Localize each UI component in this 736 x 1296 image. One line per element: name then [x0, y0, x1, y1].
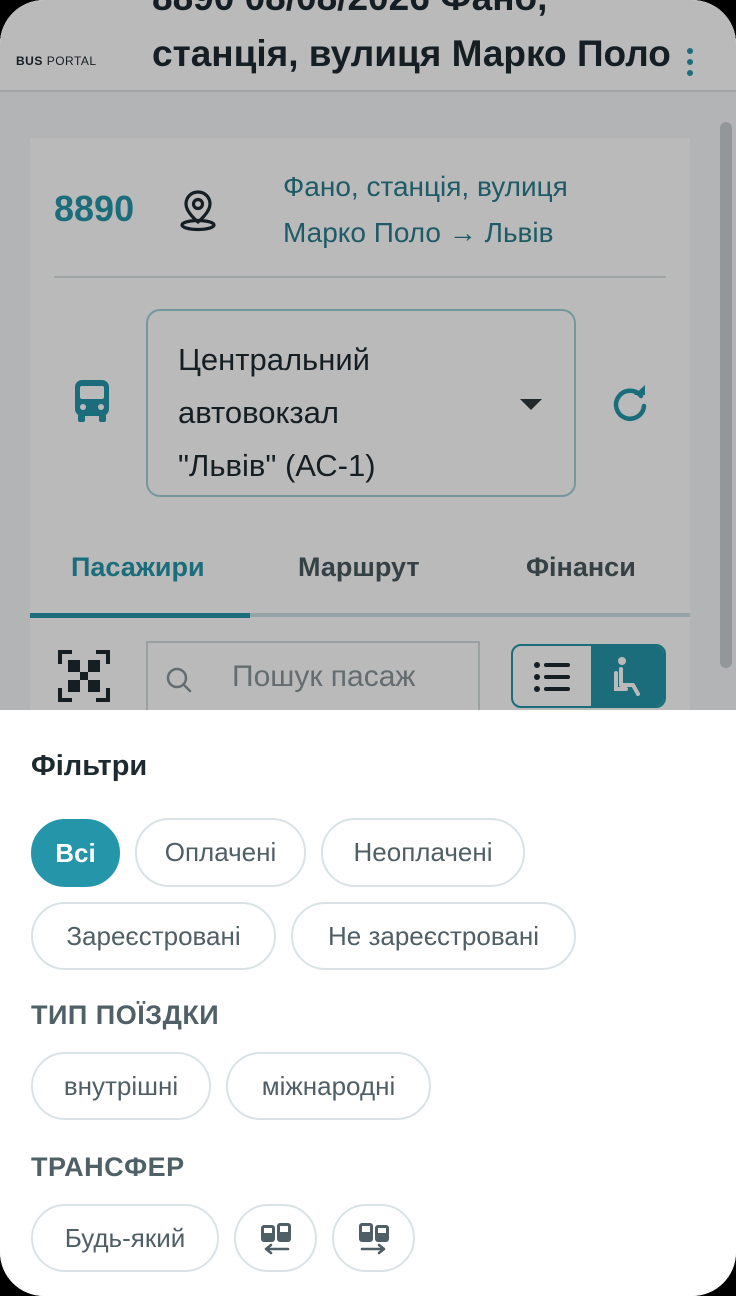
- transfer-out-icon: [358, 1223, 389, 1255]
- modal-backdrop[interactable]: [0, 0, 736, 720]
- chip-international[interactable]: міжнародні: [226, 1052, 431, 1120]
- chip-transfer-any[interactable]: Будь-який: [31, 1204, 219, 1272]
- filters-title: Фільтри: [31, 750, 148, 782]
- chip-unpaid[interactable]: Неоплачені: [321, 818, 525, 887]
- chip-domestic[interactable]: внутрішні: [31, 1052, 211, 1120]
- chip-registered[interactable]: Зареєстровані: [31, 902, 276, 970]
- chip-paid[interactable]: Оплачені: [135, 818, 306, 887]
- transfer-label: ТРАНСФЕР: [31, 1152, 185, 1182]
- filters-bottom-sheet: Фільтри Всі Оплачені Неоплачені Зареєстр…: [0, 710, 736, 1296]
- chip-all[interactable]: Всі: [31, 819, 120, 887]
- trip-type-label: ТИП ПОЇЗДКИ: [31, 1000, 220, 1030]
- screen: BUS PORTAL 8890 08/08/2026 Фано, станція…: [0, 0, 736, 1296]
- chip-transfer-out[interactable]: [332, 1204, 415, 1272]
- chip-transfer-in[interactable]: [234, 1204, 317, 1272]
- chip-not-registered[interactable]: Не зареєстровані: [291, 902, 576, 970]
- transfer-in-icon: [260, 1223, 291, 1255]
